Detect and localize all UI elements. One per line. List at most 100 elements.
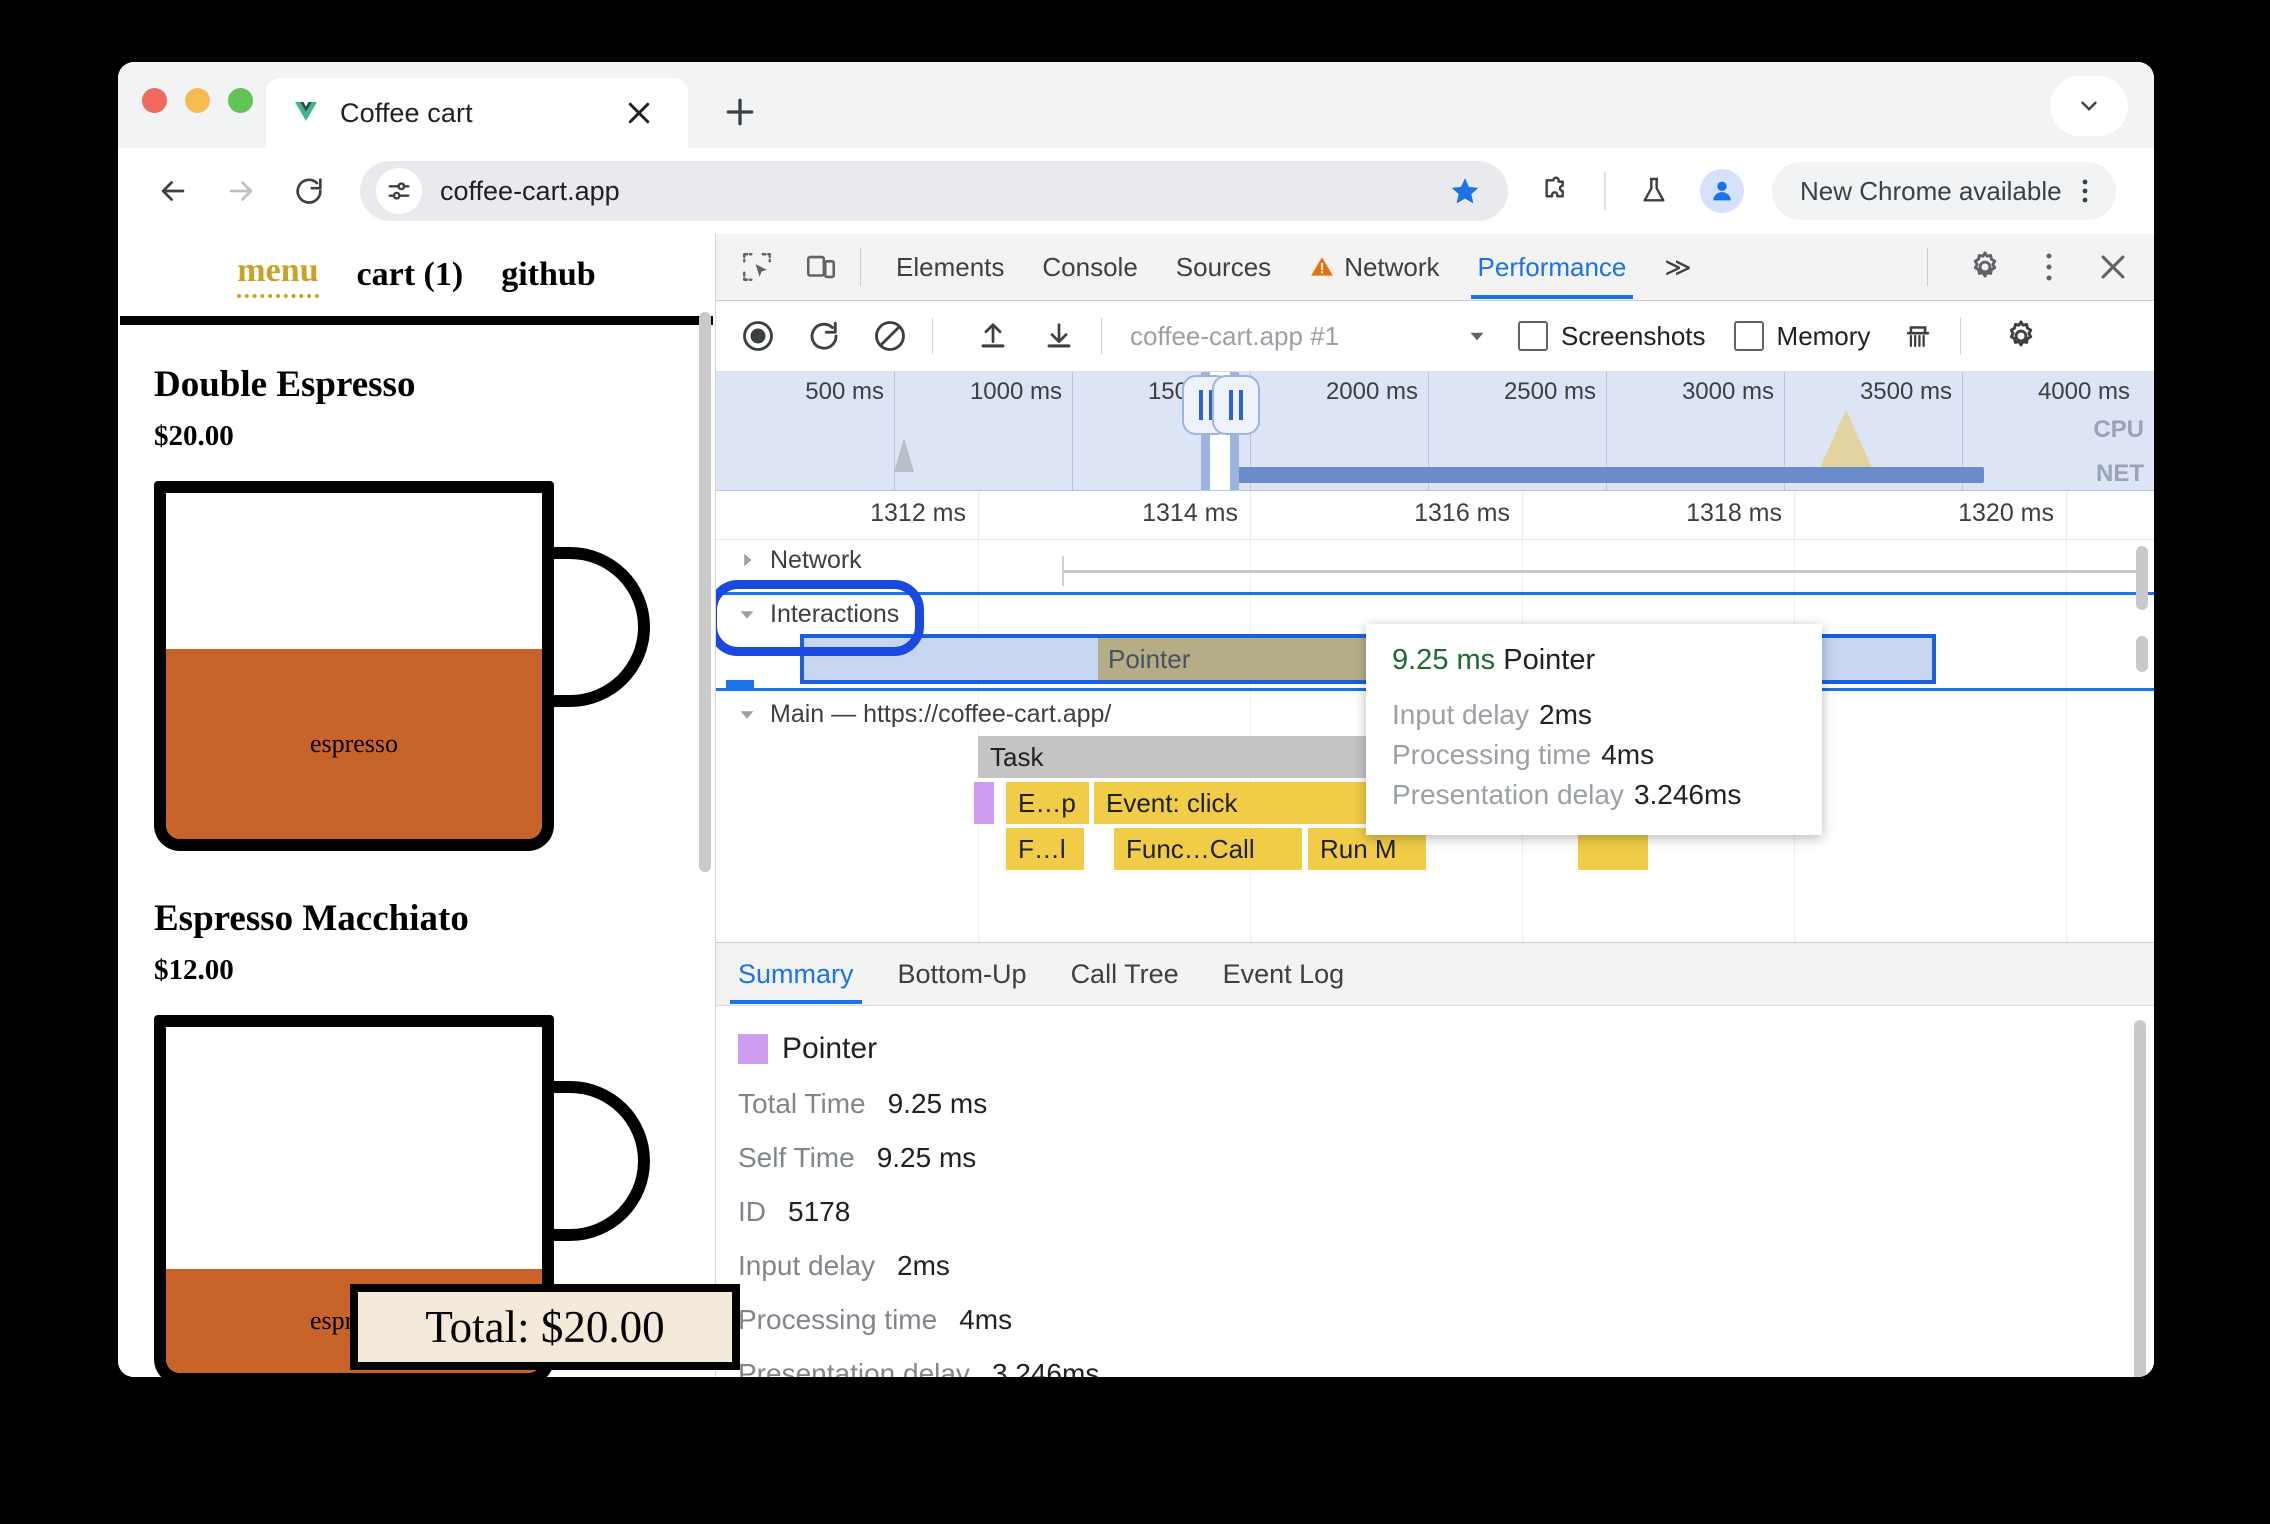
tracks-scrollbar-secondary[interactable]: [2136, 636, 2148, 672]
devtools-menu-button[interactable]: [2026, 244, 2072, 290]
inspect-element-icon[interactable]: [734, 244, 780, 290]
product-list: Double Espresso $20.00 espresso Espresso…: [118, 325, 715, 1377]
product-card[interactable]: Double Espresso $20.00 espresso: [154, 363, 679, 851]
summary-scrollbar[interactable]: [2134, 1020, 2146, 1377]
load-profile-button[interactable]: [969, 312, 1017, 360]
track-main[interactable]: Main — https://coffee-cart.app/: [716, 694, 1111, 734]
page-nav: menu cart (1) github: [118, 234, 715, 316]
tab-event-log[interactable]: Event Log: [1201, 944, 1367, 1004]
timeline-tracks[interactable]: Network Interactions Pointer Main — http…: [716, 540, 2154, 942]
track-interactions[interactable]: Interactions: [716, 594, 899, 634]
cup-handle: [540, 547, 650, 707]
flame-block[interactable]: E…p: [1006, 782, 1091, 824]
close-window-button[interactable]: [142, 88, 167, 113]
flame-block-label: Func…Call: [1126, 833, 1255, 864]
chevron-down-icon: [2081, 101, 2097, 111]
nav-link-github[interactable]: github: [501, 256, 596, 294]
tab-performance[interactable]: Performance: [1459, 235, 1646, 299]
timeline-overview[interactable]: 500 ms 1000 ms 1500 ms 2000 ms 2500 ms 3…: [716, 372, 2154, 491]
flame-block-pointer[interactable]: [974, 782, 996, 824]
labs-button[interactable]: [1632, 169, 1676, 213]
tracks-scrollbar[interactable]: [2136, 546, 2148, 610]
chevron-down-icon: [1470, 332, 1484, 341]
tooltip-value: 3.246ms: [1633, 779, 1742, 810]
chevron-right-icon[interactable]: [736, 549, 758, 571]
tooltip-key: Processing time: [1392, 739, 1592, 770]
tab-bottom-up[interactable]: Bottom-Up: [876, 944, 1049, 1004]
gear-icon[interactable]: [1962, 244, 2008, 290]
collect-garbage-button[interactable]: [1894, 312, 1942, 360]
nav-link-cart[interactable]: cart (1): [357, 256, 464, 294]
save-profile-button[interactable]: [1035, 312, 1083, 360]
overview-tick: 3500 ms: [1859, 378, 1952, 405]
reload-button[interactable]: [286, 168, 332, 214]
tab-summary[interactable]: Summary: [716, 944, 876, 1004]
browser-tab[interactable]: Coffee cart: [266, 78, 688, 148]
profile-select[interactable]: coffee-cart.app #1: [1130, 321, 1490, 352]
device-toolbar-icon[interactable]: [798, 244, 844, 290]
back-button[interactable]: [150, 168, 196, 214]
record-button[interactable]: [734, 312, 782, 360]
tab-title: Coffee cart: [340, 97, 473, 128]
summary-value: 3.246ms: [991, 1358, 1100, 1377]
maximize-window-button[interactable]: [228, 88, 253, 113]
minimize-window-button[interactable]: [185, 88, 210, 113]
summary-key: Presentation delay: [738, 1358, 970, 1377]
ruler-tick: 1312 ms: [870, 499, 966, 527]
new-tab-button[interactable]: [720, 92, 760, 132]
back-arrow-icon: [161, 181, 185, 201]
tab-search-button[interactable]: [2050, 76, 2128, 136]
site-settings-icon[interactable]: [376, 168, 422, 214]
record-icon: [743, 321, 773, 351]
more-tabs-button[interactable]: ≫: [1645, 235, 1710, 299]
tab-network[interactable]: Network: [1290, 235, 1458, 299]
chevron-down-icon[interactable]: [736, 703, 758, 725]
reload-and-record-button[interactable]: [800, 312, 848, 360]
cart-total-tooltip: Total: $20.00: [350, 1284, 740, 1370]
memory-checkbox[interactable]: Memory: [1733, 321, 1870, 352]
tooltip-key: Input delay: [1392, 699, 1529, 730]
chevron-down-icon[interactable]: [736, 603, 758, 625]
tab-sources[interactable]: Sources: [1157, 235, 1290, 299]
summary-key: Self Time: [738, 1142, 855, 1173]
tab-elements[interactable]: Elements: [877, 235, 1023, 299]
flame-block-label: Run M: [1320, 833, 1397, 864]
tooltip-row: Input delay 2ms: [1392, 699, 1796, 731]
bookmark-button[interactable]: [1442, 168, 1488, 214]
coffee-cup-icon[interactable]: espresso: [154, 481, 650, 851]
selection-grip-right[interactable]: [1212, 375, 1260, 435]
address-bar[interactable]: coffee-cart.app: [360, 161, 1508, 221]
page-scrollbar[interactable]: [699, 312, 711, 872]
browser-menu-button[interactable]: [2068, 169, 2102, 213]
clear-recording-button[interactable]: [866, 312, 914, 360]
extensions-button[interactable]: [1534, 169, 1578, 213]
gear-icon: [2010, 320, 2033, 347]
event-tooltip: 9.25 ms Pointer Input delay 2ms Processin…: [1366, 624, 1822, 835]
nav-link-menu[interactable]: menu: [237, 252, 319, 298]
profile-button[interactable]: [1700, 169, 1744, 213]
capture-settings-button[interactable]: [1997, 312, 2045, 360]
window-controls[interactable]: [142, 88, 253, 113]
forward-button[interactable]: [218, 168, 264, 214]
window-content: menu cart (1) github Double Espresso $20…: [118, 234, 2154, 1377]
upload-icon: [981, 323, 1005, 348]
close-devtools-button[interactable]: [2090, 244, 2136, 290]
tab-console[interactable]: Console: [1023, 235, 1156, 299]
avatar-icon: [1713, 181, 1731, 201]
reload-record-icon: [810, 321, 838, 350]
profile-select-value: coffee-cart.app #1: [1130, 320, 1340, 351]
close-icon[interactable]: [624, 98, 654, 128]
track-network[interactable]: Network: [716, 540, 2154, 580]
tooltip-name: Pointer: [1503, 644, 1596, 676]
flame-block[interactable]: F…l: [1006, 828, 1086, 870]
summary-value: 9.25 ms: [876, 1142, 977, 1173]
summary-value: 2ms: [897, 1250, 950, 1281]
detail-ruler: 1312 ms 1314 ms 1316 ms 1318 ms 1320 ms: [716, 491, 2154, 540]
product-price: $12.00: [154, 954, 234, 986]
flame-block-label: E…p: [1018, 787, 1076, 818]
tab-call-tree[interactable]: Call Tree: [1049, 944, 1201, 1004]
screenshots-checkbox[interactable]: Screenshots: [1518, 321, 1706, 352]
network-request-bar: [1064, 570, 2140, 573]
flame-block[interactable]: Func…Call: [1114, 828, 1304, 870]
chrome-update-button[interactable]: New Chrome available: [1772, 162, 2116, 220]
